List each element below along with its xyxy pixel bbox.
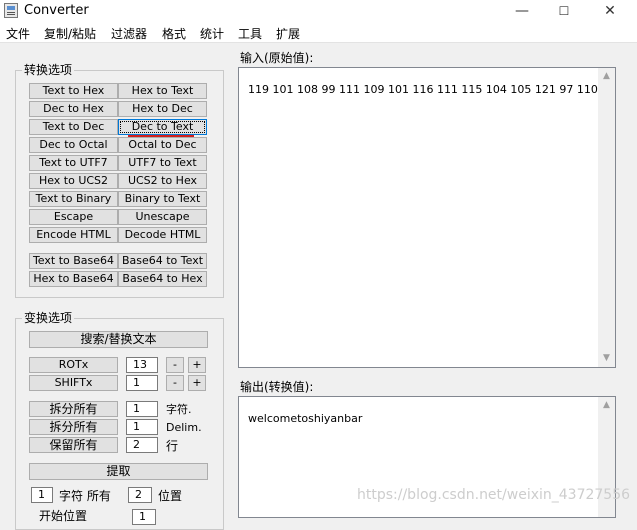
split-all-delim-button[interactable]: 拆分所有 — [29, 419, 118, 435]
keep-all-button[interactable]: 保留所有 — [29, 437, 118, 453]
menu-filters[interactable]: 过滤器 — [111, 25, 147, 42]
split-all-chars-button[interactable]: 拆分所有 — [29, 401, 118, 417]
extract-button[interactable]: 提取 — [29, 463, 208, 480]
convert-button-binary-to-text[interactable]: Binary to Text — [118, 191, 207, 207]
convert-button-octal-to-dec[interactable]: Octal to Dec — [118, 137, 207, 153]
convert-options-title: 转换选项 — [22, 63, 75, 77]
convert-button-escape[interactable]: Escape — [29, 209, 118, 225]
convert-button-text-to-hex[interactable]: Text to Hex — [29, 83, 118, 99]
window-title: Converter — [24, 3, 89, 18]
maximize-button[interactable]: ☐ — [541, 0, 587, 22]
scroll-up-icon[interactable]: ▲ — [598, 68, 615, 85]
search-replace-button[interactable]: 搜索/替换文本 — [29, 331, 208, 348]
title-bar: Converter — ☐ ✕ — [0, 0, 637, 22]
menu-statistics[interactable]: 统计 — [200, 25, 224, 42]
output-text: welcometoshiyanbar — [248, 412, 363, 425]
keep-lines-unit: 行 — [166, 439, 179, 453]
split-chars-unit: 字符. — [166, 403, 192, 416]
extract-count-input[interactable]: 1 — [31, 487, 53, 503]
convert-button-decode-html[interactable]: Decode HTML — [118, 227, 207, 243]
convert-button-text-to-dec[interactable]: Text to Dec — [29, 119, 118, 135]
rotx-minus-button[interactable]: - — [166, 357, 184, 373]
split-chars-input[interactable]: 1 — [126, 401, 158, 417]
convert-button-text-to-base64[interactable]: Text to Base64 — [29, 253, 118, 269]
keep-lines-input[interactable]: 2 — [126, 437, 158, 453]
menu-bar: 文件 复制/粘贴 过滤器 格式 统计 工具 扩展 — [0, 22, 637, 43]
input-text: 119 101 108 99 111 109 101 116 111 115 1… — [248, 83, 615, 96]
truncated-input[interactable]: 1 — [132, 509, 156, 525]
shiftx-plus-button[interactable]: + — [188, 375, 206, 391]
output-label: 输出(转换值): — [240, 380, 314, 394]
input-label: 输入(原始值): — [240, 51, 314, 65]
shiftx-input[interactable]: 1 — [126, 375, 158, 391]
convert-button-base64-to-hex[interactable]: Base64 to Hex — [118, 271, 207, 287]
rotx-button[interactable]: ROTx — [29, 357, 118, 373]
menu-format[interactable]: 格式 — [162, 25, 186, 42]
convert-button-unescape[interactable]: Unescape — [118, 209, 207, 225]
extract-position-label: 位置 — [158, 489, 183, 503]
convert-button-hex-to-base64[interactable]: Hex to Base64 — [29, 271, 118, 287]
split-delim-input[interactable]: 1 — [126, 419, 158, 435]
extract-position-input[interactable]: 2 — [128, 487, 152, 503]
shiftx-button[interactable]: SHIFTx — [29, 375, 118, 391]
convert-button-hex-to-text[interactable]: Hex to Text — [118, 83, 207, 99]
convert-button-utf7-to-text[interactable]: UTF7 to Text — [118, 155, 207, 171]
convert-button-dec-to-octal[interactable]: Dec to Octal — [29, 137, 118, 153]
watermark: https://blog.csdn.net/weixin_43727556 — [357, 487, 631, 503]
menu-copy-paste[interactable]: 复制/粘贴 — [44, 25, 96, 42]
truncated-label: 开始位置 — [39, 509, 88, 523]
convert-button-hex-to-ucs2[interactable]: Hex to UCS2 — [29, 173, 118, 189]
scroll-down-icon[interactable]: ▼ — [598, 350, 615, 367]
scroll-up-icon[interactable]: ▲ — [598, 397, 615, 414]
red-underline-mark — [128, 135, 194, 137]
convert-button-base64-to-text[interactable]: Base64 to Text — [118, 253, 207, 269]
rotx-plus-button[interactable]: + — [188, 357, 206, 373]
shiftx-minus-button[interactable]: - — [166, 375, 184, 391]
input-scrollbar[interactable]: ▲ ▼ — [598, 68, 615, 367]
menu-file[interactable]: 文件 — [6, 25, 30, 42]
extract-chars-label: 字符 所有 — [59, 489, 111, 503]
menu-extensions[interactable]: 扩展 — [276, 25, 300, 42]
split-delim-unit: Delim. — [166, 421, 202, 434]
convert-button-encode-html[interactable]: Encode HTML — [29, 227, 118, 243]
close-button[interactable]: ✕ — [587, 0, 633, 22]
menu-tools[interactable]: 工具 — [238, 25, 262, 42]
convert-button-ucs2-to-hex[interactable]: UCS2 to Hex — [118, 173, 207, 189]
minimize-button[interactable]: — — [499, 0, 545, 22]
rotx-input[interactable]: 13 — [126, 357, 158, 373]
convert-button-hex-to-dec[interactable]: Hex to Dec — [118, 101, 207, 117]
transform-options-title: 变换选项 — [22, 311, 75, 325]
input-textarea[interactable]: 119 101 108 99 111 109 101 116 111 115 1… — [238, 67, 616, 368]
convert-button-text-to-binary[interactable]: Text to Binary — [29, 191, 118, 207]
convert-button-dec-to-hex[interactable]: Dec to Hex — [29, 101, 118, 117]
app-icon — [4, 3, 18, 18]
convert-button-dec-to-text[interactable]: Dec to Text — [118, 119, 207, 135]
convert-button-text-to-utf7[interactable]: Text to UTF7 — [29, 155, 118, 171]
